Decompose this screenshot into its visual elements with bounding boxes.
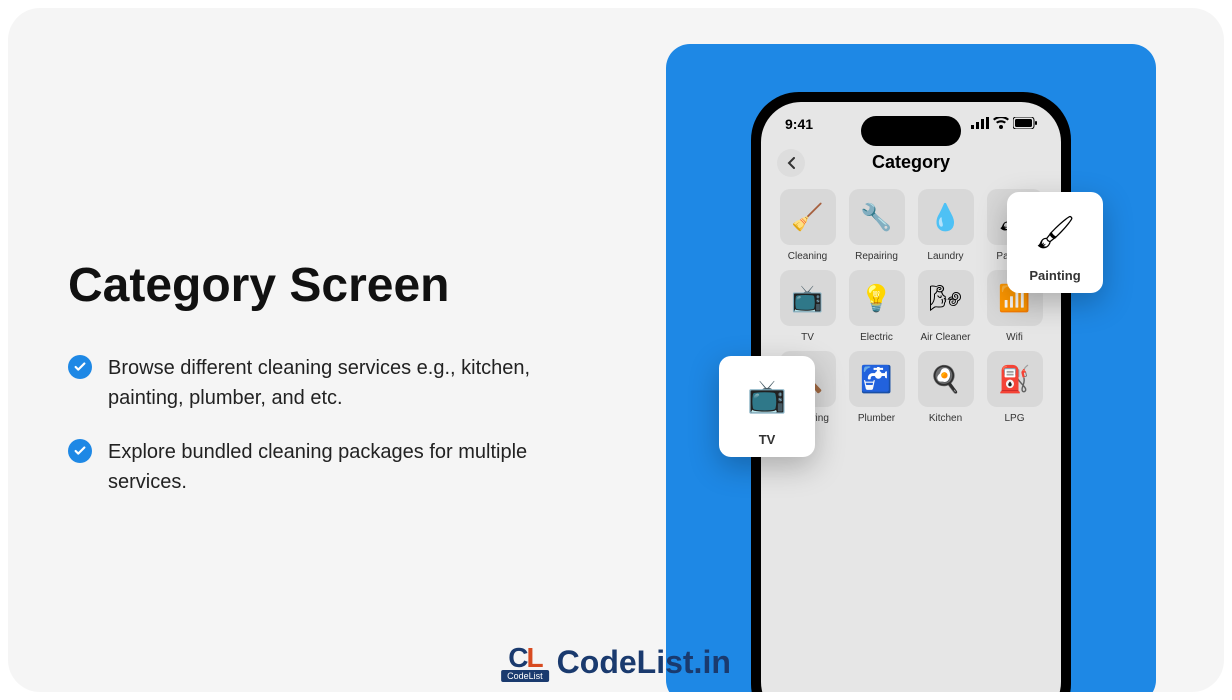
tv-icon: 📺 — [780, 270, 836, 326]
status-time: 9:41 — [785, 116, 813, 132]
bullet-item: Explore bundled cleaning packages for mu… — [68, 437, 568, 497]
category-label: Air Cleaner — [920, 332, 970, 343]
status-icons — [971, 116, 1037, 132]
category-label: Kitchen — [929, 413, 962, 424]
category-electric[interactable]: 💡 Electric — [844, 270, 909, 343]
category-label: TV — [801, 332, 814, 343]
signal-icon — [971, 116, 989, 132]
painting-icon: 🖌 — [1025, 202, 1085, 262]
check-icon — [68, 355, 92, 379]
category-kitchen[interactable]: 🍳 Kitchen — [913, 351, 978, 424]
electric-icon: 💡 — [849, 270, 905, 326]
popup-label: Painting — [1029, 268, 1080, 283]
footer-logo: CL CodeList CodeList.in — [501, 642, 731, 682]
laundry-icon: 💧 — [918, 189, 974, 245]
check-icon — [68, 439, 92, 463]
category-label: Wifi — [1006, 332, 1023, 343]
phone-notch — [861, 116, 961, 146]
category-tv[interactable]: 📺 TV — [775, 270, 840, 343]
kitchen-icon: 🍳 — [918, 351, 974, 407]
category-aircleaner[interactable]: 🌬 Air Cleaner — [913, 270, 978, 343]
category-label: Cleaning — [788, 251, 827, 262]
bullet-text: Browse different cleaning services e.g.,… — [108, 353, 568, 413]
page-title: Category Screen — [68, 258, 568, 313]
category-repairing[interactable]: 🔧 Repairing — [844, 189, 909, 262]
category-plumber[interactable]: 🚰 Plumber — [844, 351, 909, 424]
wifi-icon — [993, 116, 1009, 132]
cleaning-icon: 🧹 — [780, 189, 836, 245]
page-container: Category Screen Browse different cleanin… — [0, 0, 1232, 700]
bullet-item: Browse different cleaning services e.g.,… — [68, 353, 568, 413]
category-label: Laundry — [927, 251, 963, 262]
category-lpg[interactable]: ⛽ LPG — [982, 351, 1047, 424]
aircleaner-icon: 🌬 — [918, 270, 974, 326]
category-label: Plumber — [858, 413, 895, 424]
left-panel: Category Screen Browse different cleanin… — [68, 258, 568, 521]
back-button[interactable] — [777, 149, 805, 177]
category-label: Electric — [860, 332, 893, 343]
repairing-icon: 🔧 — [849, 189, 905, 245]
battery-icon — [1013, 116, 1037, 132]
logo-mark: CL CodeList — [501, 642, 549, 682]
tv-icon: 📺 — [737, 366, 797, 426]
plumber-icon: 🚰 — [849, 351, 905, 407]
footer-brand-text: CodeList.in — [557, 644, 731, 681]
category-label: LPG — [1004, 413, 1024, 424]
category-laundry[interactable]: 💧 Laundry — [913, 189, 978, 262]
bullet-text: Explore bundled cleaning packages for mu… — [108, 437, 568, 497]
phone-page-title: Category — [872, 152, 950, 173]
lpg-icon: ⛽ — [987, 351, 1043, 407]
category-cleaning[interactable]: 🧹 Cleaning — [775, 189, 840, 262]
popup-label: TV — [759, 432, 776, 447]
logo-sub: CodeList — [501, 670, 549, 682]
category-label: Repairing — [855, 251, 898, 262]
main-card: Category Screen Browse different cleanin… — [8, 8, 1224, 692]
right-panel: 9:41 — [666, 44, 1156, 692]
popup-painting-card[interactable]: 🖌 Painting — [1007, 192, 1103, 293]
phone-frame: 9:41 — [751, 92, 1071, 692]
popup-tv-card[interactable]: 📺 TV — [719, 356, 815, 457]
